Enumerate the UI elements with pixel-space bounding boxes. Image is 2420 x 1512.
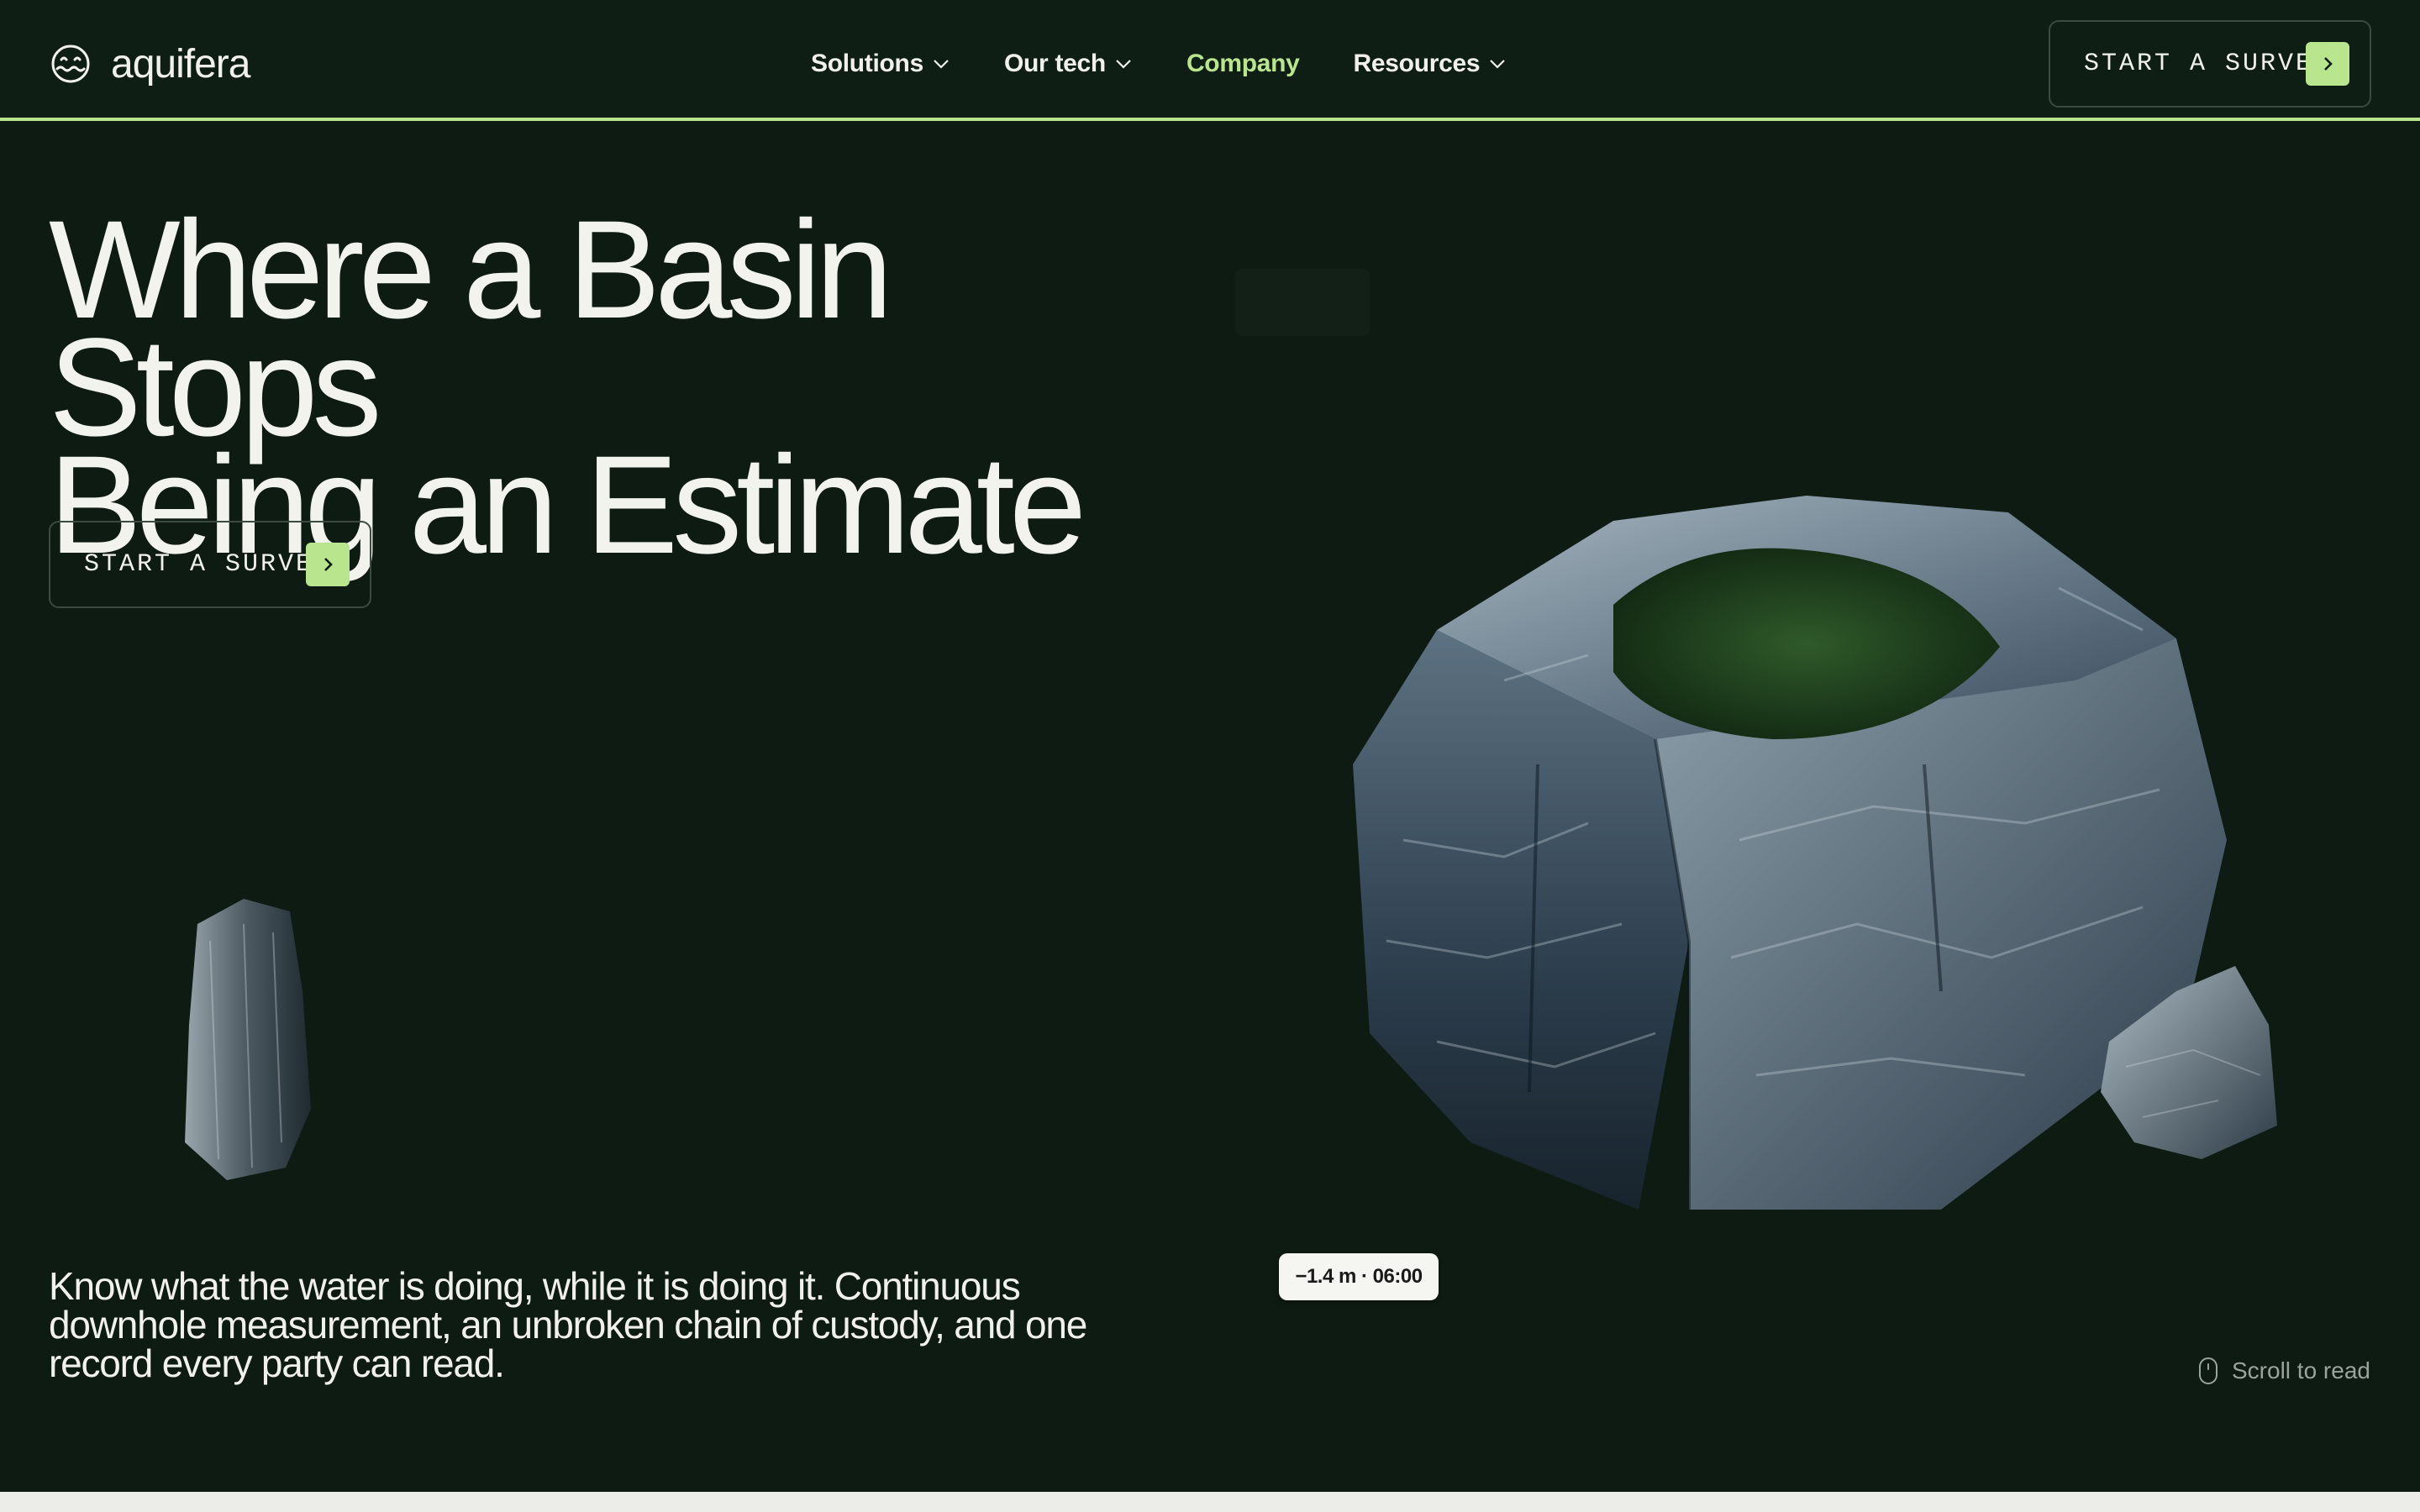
smile-wave-logo-icon: [51, 45, 90, 83]
nav-item-label: Our tech: [1003, 50, 1106, 77]
mouse-icon: [2199, 1357, 2217, 1384]
hero-subcopy: Know what the water is doing, while it i…: [49, 1264, 1087, 1385]
start-survey-button[interactable]: START A SURVEY: [2049, 20, 2371, 108]
page: aquifera Solutions Our tech Company Reso…: [0, 0, 2420, 1512]
faint-background-shape: [1235, 269, 1370, 336]
hero-start-survey-button[interactable]: START A SURVEY: [49, 521, 371, 608]
nav-item-solutions[interactable]: Solutions: [811, 50, 950, 78]
cta-label: START A SURVEY: [84, 550, 332, 579]
nav-item-our-tech[interactable]: Our tech: [1004, 50, 1133, 78]
pillar-rock-illustration: [185, 899, 311, 1180]
next-section-edge: [0, 1492, 2420, 1512]
cta-label: START A SURVEY: [2084, 50, 2332, 78]
scroll-hint-label: Scroll to read: [2232, 1357, 2370, 1383]
chevron-right-icon: [2306, 42, 2349, 86]
chevron-down-icon: [1490, 60, 1506, 69]
brand-name: aquifera: [111, 41, 250, 87]
nav-item-label: Solutions: [811, 50, 923, 77]
nav-item-label: Resources: [1353, 50, 1481, 77]
small-rock-illustration: [2101, 966, 2277, 1159]
hero-title-line-1: Where a Basin Stops: [49, 192, 893, 465]
main-nav: Solutions Our tech Company Resources: [811, 42, 1560, 86]
chevron-right-icon: [306, 543, 350, 586]
scroll-hint[interactable]: Scroll to read: [2198, 1354, 2370, 1388]
nav-item-company[interactable]: Company: [1186, 50, 1300, 78]
chevron-down-icon: [934, 60, 949, 69]
depth-time-badge: −1.4 m · 06:00: [1279, 1253, 1439, 1300]
brand-logo[interactable]: aquifera: [50, 40, 250, 87]
site-header: aquifera Solutions Our tech Company Reso…: [0, 0, 2420, 121]
nav-item-resources[interactable]: Resources: [1354, 50, 1507, 78]
hero-title: Where a Basin Stops Being an Estimate: [49, 201, 1225, 575]
nav-item-label: Company: [1186, 50, 1300, 77]
chevron-down-icon: [1116, 60, 1131, 69]
